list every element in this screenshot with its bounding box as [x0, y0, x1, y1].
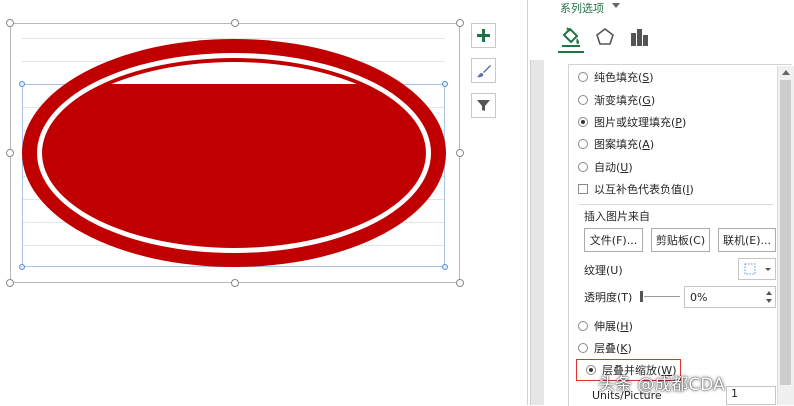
fill-option-pattern[interactable]: 图案填充(A)	[578, 136, 654, 152]
fill-option-gradient[interactable]: 渐变填充(G)	[578, 92, 655, 108]
option-label-suffix: )	[628, 160, 633, 174]
option-label: 以互补色代表负值(	[594, 183, 687, 196]
plot-handle[interactable]	[442, 264, 448, 270]
plus-icon	[477, 29, 490, 42]
option-label-suffix: )	[689, 182, 694, 196]
hotkey: A	[642, 137, 650, 151]
input-value: 1	[731, 387, 738, 400]
option-label-suffix: )	[649, 70, 654, 84]
texture-swatch-icon	[744, 263, 771, 275]
chevron-down-icon[interactable]	[612, 3, 620, 8]
option-label-suffix: )	[681, 115, 687, 129]
resize-handle[interactable]	[231, 19, 239, 27]
radio-button[interactable]	[578, 139, 588, 149]
option-label-suffix: )	[650, 93, 656, 107]
option-label-suffix: )	[627, 341, 632, 355]
plot-handle[interactable]	[19, 264, 25, 270]
radio-button[interactable]	[578, 321, 588, 331]
brush-icon	[476, 64, 491, 77]
radio-button[interactable]	[578, 343, 588, 353]
hotkey: U	[620, 160, 629, 174]
plot-handle[interactable]	[19, 81, 25, 87]
spinner-icon[interactable]	[763, 287, 775, 307]
invert-if-negative-option[interactable]: 以互补色代表负值(I)	[578, 181, 694, 197]
hotkey: G	[642, 93, 651, 107]
series-options-title[interactable]: 系列选项	[560, 0, 604, 16]
field-label: 纹理(U)	[584, 264, 623, 277]
file-button[interactable]: 文件(F)...	[584, 228, 643, 252]
option-label: 纯色填充(	[594, 71, 643, 84]
resize-handle[interactable]	[456, 149, 464, 157]
resize-handle[interactable]	[456, 279, 464, 287]
option-label-suffix: )	[628, 319, 633, 333]
transparency-slider-handle[interactable]	[640, 291, 643, 302]
bar-chart-icon[interactable]	[629, 26, 651, 48]
option-label: 渐变填充(	[594, 94, 643, 107]
transparency-label: 透明度(T)	[584, 289, 632, 305]
watermark-text: 头条 @成都CDA	[598, 375, 725, 395]
button-label: 文件(F)...	[589, 234, 638, 247]
texture-label: 纹理(U)	[584, 262, 623, 278]
option-label: 图案填充(	[594, 138, 643, 151]
picture-filled-series-ellipse[interactable]	[20, 36, 448, 272]
divider	[578, 204, 773, 205]
field-label: 透明度(T)	[584, 291, 633, 304]
transparency-slider-track[interactable]	[644, 296, 680, 297]
plot-handle[interactable]	[442, 81, 448, 87]
texture-dropdown[interactable]	[738, 258, 776, 280]
clipboard-button[interactable]: 剪贴板(C)	[651, 228, 710, 252]
hotkey: S	[642, 70, 650, 84]
option-label: 图片或纹理填充(	[594, 116, 676, 129]
input-value: 0%	[690, 290, 708, 304]
hotkey: P	[675, 115, 682, 129]
fill-option-solid[interactable]: 纯色填充(S)	[578, 69, 654, 85]
resize-handle[interactable]	[6, 279, 14, 287]
format-data-series-pane: 系列选项 纯色填充(S) 渐变填充(G) 图片或纹理填充(P) 图案填充(A) …	[544, 0, 794, 406]
checkbox[interactable]	[578, 184, 588, 194]
pane-scrollbar[interactable]	[777, 66, 794, 405]
section-label: 插入图片来自	[584, 210, 650, 223]
online-button[interactable]: 联机(E)...	[718, 228, 776, 252]
button-label: 联机(E)...	[722, 234, 772, 247]
pentagon-icon[interactable]	[594, 26, 616, 48]
fill-option-picture-texture[interactable]: 图片或纹理填充(P)	[578, 114, 686, 130]
radio-button[interactable]	[578, 95, 588, 105]
option-label: 伸展(	[594, 320, 621, 333]
radio-button[interactable]	[578, 162, 588, 172]
paint-bucket-icon[interactable]	[560, 26, 582, 48]
stretch-option[interactable]: 伸展(H)	[578, 318, 633, 334]
scrollbar-thumb[interactable]	[780, 80, 791, 385]
fill-option-automatic[interactable]: 自动(U)	[578, 159, 633, 175]
option-label: 自动(	[594, 161, 621, 174]
chart-elements-button[interactable]	[471, 23, 496, 48]
option-label-suffix: )	[649, 137, 655, 151]
chart-styles-button[interactable]	[471, 58, 496, 83]
option-label: 层叠(	[594, 342, 621, 355]
resize-handle[interactable]	[6, 149, 14, 157]
stack-option[interactable]: 层叠(K)	[578, 340, 632, 356]
funnel-icon	[477, 100, 490, 111]
chart-filters-button[interactable]	[471, 93, 496, 118]
resize-handle[interactable]	[456, 19, 464, 27]
scroll-up-icon[interactable]	[782, 70, 790, 75]
resize-handle[interactable]	[6, 19, 14, 27]
button-label: 剪贴板(C)	[655, 234, 706, 247]
inner-ellipse-border	[42, 58, 426, 248]
hotkey: K	[620, 341, 628, 355]
radio-button-selected[interactable]	[578, 117, 588, 127]
sheet-scrollbar[interactable]	[530, 60, 544, 405]
insert-picture-from-label: 插入图片来自	[584, 208, 650, 224]
units-per-picture-input[interactable]: 1	[726, 386, 776, 405]
hotkey: H	[620, 319, 629, 333]
radio-button[interactable]	[578, 72, 588, 82]
active-category-indicator	[558, 51, 584, 53]
resize-handle[interactable]	[231, 279, 239, 287]
